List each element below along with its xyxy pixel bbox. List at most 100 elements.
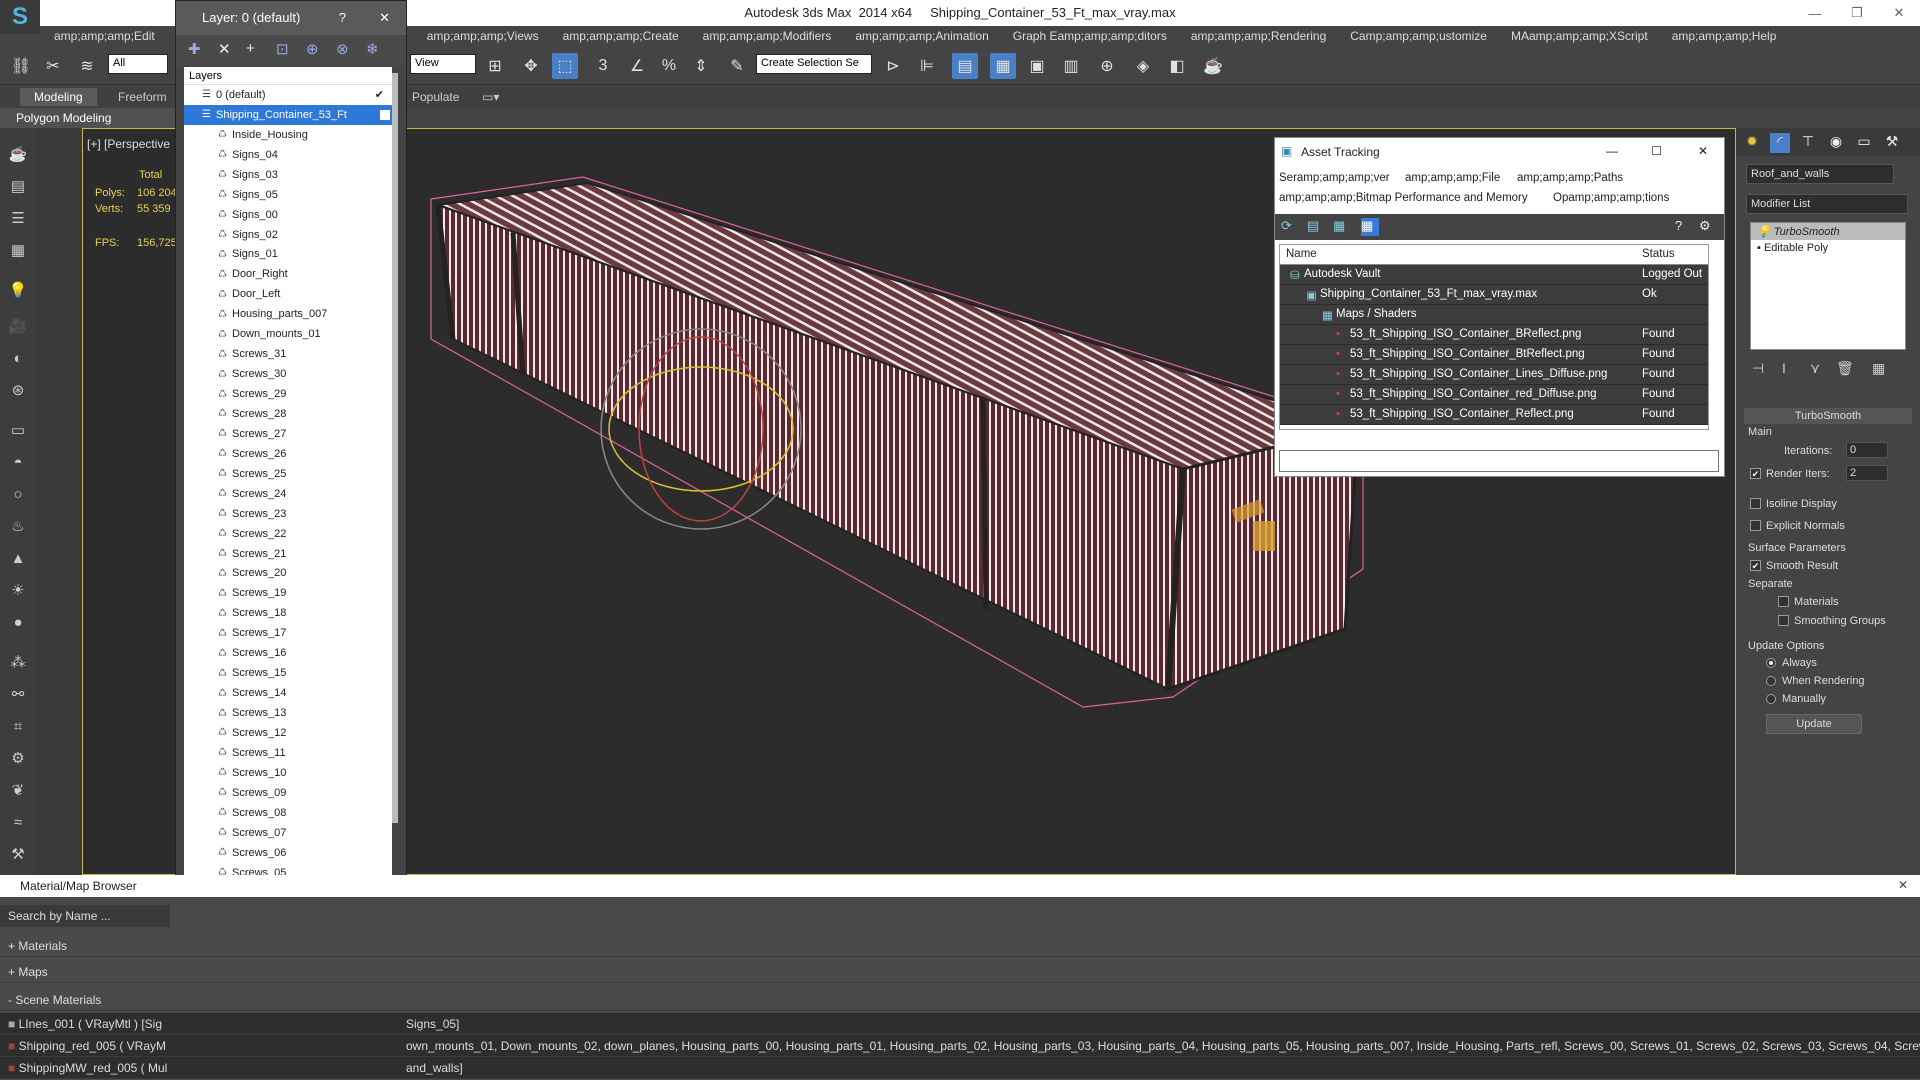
material-editor-icon[interactable]: ◈: [1130, 53, 1156, 79]
layer-object-row[interactable]: ♺ Screws_12: [184, 723, 392, 743]
smooth-result-checkbox[interactable]: ✔: [1750, 560, 1761, 571]
scene-materials-section[interactable]: - Scene Materials: [0, 989, 1920, 1011]
asset-row[interactable]: ⛁ Autodesk Vault Logged Out: [1280, 265, 1708, 285]
render-icon[interactable]: ☕: [1200, 53, 1226, 79]
panel-icon[interactable]: ▦: [6, 238, 30, 262]
asset-menu-paths[interactable]: amp;amp;amp;Paths: [1517, 172, 1623, 184]
layer-dialog-title[interactable]: Layer: 0 (default) ? ✕: [176, 1, 406, 35]
sphere-icon[interactable]: ○: [6, 482, 30, 506]
modify-tab-icon[interactable]: ◜: [1770, 133, 1790, 153]
spinner-snap-icon[interactable]: ⇕: [688, 53, 714, 79]
iterations-spinner[interactable]: 0: [1846, 442, 1888, 458]
layer-object-row[interactable]: ♺ Screws_08: [184, 803, 392, 823]
layer-object-row[interactable]: ♺ Inside_Housing: [184, 125, 392, 145]
link-icon[interactable]: ⛓: [8, 53, 34, 79]
polygon-modeling-panel[interactable]: Polygon Modeling: [0, 108, 175, 128]
layer-object-row[interactable]: ♺ Screws_11: [184, 743, 392, 763]
make-unique-icon[interactable]: ⋎: [1810, 360, 1820, 377]
layer-object-row[interactable]: ♺ Signs_03: [184, 165, 392, 185]
mirror-icon[interactable]: ⊳: [880, 53, 906, 79]
layer-object-row[interactable]: ♺ Screws_06: [184, 843, 392, 863]
close-icon[interactable]: ✕: [1698, 144, 1708, 158]
layer-object-row[interactable]: ♺ Screws_14: [184, 683, 392, 703]
tools-icon[interactable]: ⚒: [6, 842, 30, 866]
material-browser-title[interactable]: Material/Map Browser ✕: [0, 875, 1920, 897]
angle-snap-icon[interactable]: ∠: [624, 53, 650, 79]
configure-modifier-sets-icon[interactable]: ▦: [1872, 360, 1885, 377]
asset-row[interactable]: ▪ 53_ft_Shipping_ISO_Container_Lines_Diff…: [1280, 365, 1708, 385]
maximize-icon[interactable]: ☐: [1651, 144, 1662, 158]
scene-material-row[interactable]: ■ ShippingMW_red_005 ( Mul and_walls]: [0, 1057, 1920, 1079]
utilities-tab-icon[interactable]: ⚒: [1882, 133, 1902, 153]
layer-object-row[interactable]: ♺ Screws_29: [184, 384, 392, 404]
menu-customize[interactable]: Camp;amp;amp;ustomize: [1350, 29, 1487, 43]
selection-filter-dropdown[interactable]: All: [108, 54, 168, 74]
materials-section[interactable]: + Materials: [0, 935, 1920, 957]
layer-object-row[interactable]: ♺ Screws_17: [184, 623, 392, 643]
hair-icon[interactable]: ≈: [6, 810, 30, 834]
stack-item-turbosmooth[interactable]: 💡 TurboSmooth: [1751, 223, 1905, 240]
layer-object-row[interactable]: ♺ Screws_10: [184, 763, 392, 783]
tab-populate[interactable]: Populate: [398, 88, 473, 106]
menu-animation[interactable]: amp;amp;amp;Animation: [855, 29, 988, 43]
layer-object-row[interactable]: ♺ Screws_23: [184, 504, 392, 524]
render-frame-icon[interactable]: ▤: [6, 174, 30, 198]
layer-object-row[interactable]: ♺ Screws_21: [184, 544, 392, 564]
table-view-icon[interactable]: ▦: [1333, 218, 1351, 236]
add-to-layer-icon[interactable]: +: [246, 40, 266, 60]
render-iters-spinner[interactable]: 2: [1846, 465, 1888, 481]
explicit-normals-checkbox[interactable]: [1750, 520, 1761, 531]
menu-graph-editors[interactable]: Graph Eamp;amp;amp;ditors: [1013, 29, 1167, 43]
cone-icon[interactable]: ▲: [6, 546, 30, 570]
display-tab-icon[interactable]: ▭: [1854, 133, 1874, 153]
hierarchy-tab-icon[interactable]: ⊤: [1798, 133, 1818, 153]
show-end-result-icon[interactable]: I: [1782, 360, 1786, 376]
menu-maxscript[interactable]: MAamp;amp;amp;XScript: [1511, 29, 1648, 43]
layer-object-row[interactable]: ♺ Signs_05: [184, 185, 392, 205]
layer-object-row[interactable]: ♺ Screws_16: [184, 643, 392, 663]
when-rendering-radio[interactable]: [1766, 676, 1776, 686]
refresh-icon[interactable]: ⟳: [1281, 218, 1299, 236]
layer-object-row[interactable]: ♺ Screws_28: [184, 404, 392, 424]
highlight-layer-icon[interactable]: ⊕: [306, 40, 326, 60]
sun-icon[interactable]: ☀: [6, 578, 30, 602]
bind-spacewarp-icon[interactable]: ≋: [74, 53, 100, 79]
create-tab-icon[interactable]: ✹: [1742, 133, 1762, 153]
align-icon[interactable]: ⊫: [914, 53, 940, 79]
tab-modeling[interactable]: Modeling: [20, 88, 97, 106]
menu-rendering[interactable]: amp;amp;amp;Rendering: [1191, 29, 1326, 43]
menu-views[interactable]: amp;amp;amp;Views: [427, 29, 539, 43]
layer-object-row[interactable]: ♺ Screws_22: [184, 524, 392, 544]
create-layer-icon[interactable]: ✚: [188, 40, 208, 60]
name-column-header[interactable]: Name: [1286, 248, 1317, 260]
layer-object-row[interactable]: ♺ Screws_15: [184, 663, 392, 683]
snap-3d-icon[interactable]: 3: [590, 53, 616, 79]
grid-icon[interactable]: ⌗: [6, 714, 30, 738]
settings-icon[interactable]: ⚙: [1699, 218, 1717, 236]
update-button[interactable]: Update: [1766, 714, 1862, 734]
asset-row[interactable]: ▪ 53_ft_Shipping_ISO_Container_red_Diffus…: [1280, 385, 1708, 405]
smoothing-groups-checkbox[interactable]: [1778, 615, 1789, 626]
help-icon[interactable]: ?: [1675, 218, 1693, 236]
gear-icon[interactable]: ⚙: [6, 746, 30, 770]
layer-object-row[interactable]: ♺ Screws_09: [184, 783, 392, 803]
schematic-view-icon[interactable]: ⊕: [1094, 53, 1120, 79]
minimize-button[interactable]: —: [1794, 0, 1836, 26]
status-column-header[interactable]: Status: [1642, 248, 1675, 260]
close-icon[interactable]: ✕: [379, 10, 390, 26]
render-iters-checkbox[interactable]: ✔: [1750, 468, 1761, 479]
asset-tracking-title[interactable]: ▣ Asset Tracking — ☐ ✕: [1275, 138, 1724, 166]
always-radio[interactable]: [1766, 658, 1776, 668]
asset-row[interactable]: ▪ 53_ft_Shipping_ISO_Container_BReflect.p…: [1280, 325, 1708, 345]
light-icon[interactable]: 💡: [6, 278, 30, 302]
asset-path-field[interactable]: [1279, 450, 1719, 472]
layer-object-row[interactable]: ♺ Screws_18: [184, 603, 392, 623]
scene-explorer-icon[interactable]: ▤: [952, 53, 978, 79]
tab-freeform[interactable]: Freeform: [104, 88, 181, 106]
menu-create[interactable]: amp;amp;amp;Create: [563, 29, 679, 43]
maps-section[interactable]: + Maps: [0, 961, 1920, 983]
reference-coord-dropdown[interactable]: View: [410, 54, 476, 74]
layer-manager-icon[interactable]: ▦: [990, 53, 1016, 79]
motion-tab-icon[interactable]: ◉: [1826, 133, 1846, 153]
layer-row-selected[interactable]: ☰ Shipping_Container_53_Ft: [184, 104, 392, 125]
